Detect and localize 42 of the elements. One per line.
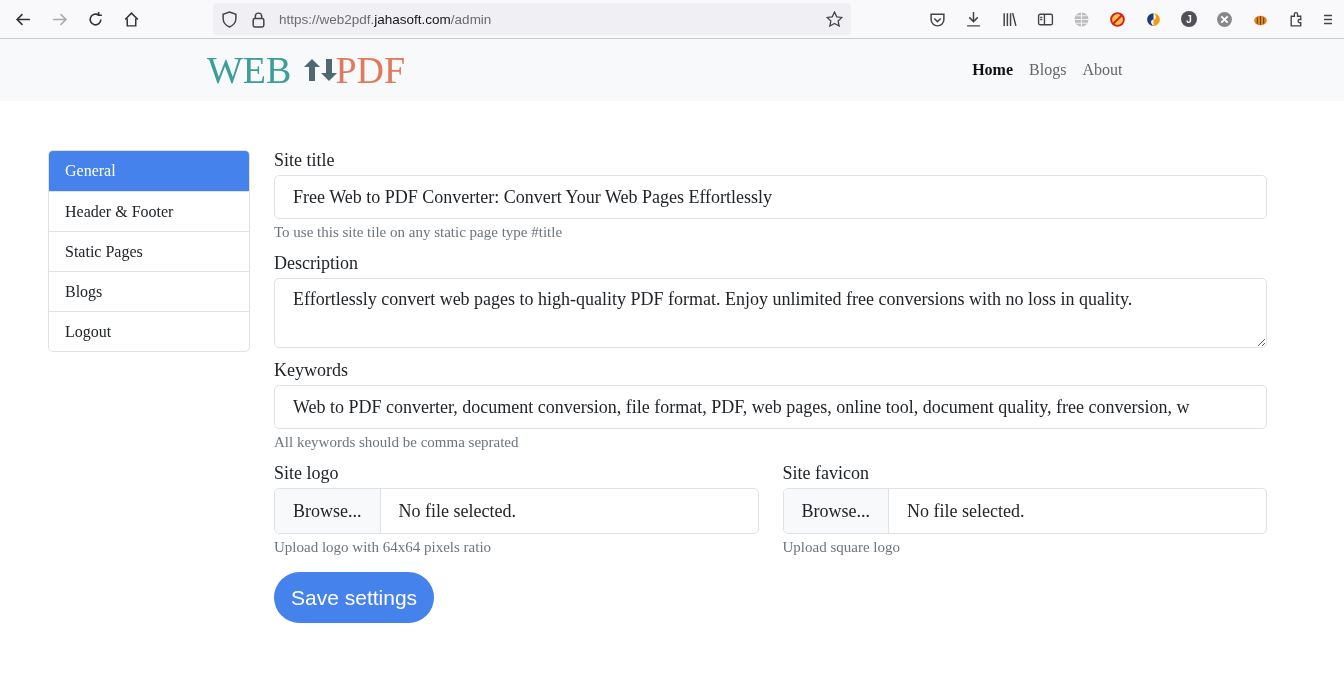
nav-link[interactable]: Home bbox=[972, 61, 1014, 79]
file-field[interactable]: Browse... No file selected. bbox=[274, 488, 759, 534]
field-label: Site favicon bbox=[782, 463, 870, 484]
nav-link[interactable]: About bbox=[1082, 61, 1123, 79]
help-text: Upload logo with 64x64 pixels ratio bbox=[274, 539, 493, 556]
address-bar[interactable]: https://web2pdf.jahasoft.com/admin bbox=[213, 3, 851, 35]
description-field[interactable]: Effortlessly convert web pages to high-quality PDF format. Enjoy unlimited free conversions with no loss in quality. bbox=[274, 278, 1267, 348]
help-text: All keywords should be comma seprated bbox=[274, 434, 520, 451]
shield-icon[interactable] bbox=[221, 10, 238, 28]
text-field[interactable]: Web to PDF converter, document conversion, file format, PDF, web pages, online tool, document quality, free conversion, w bbox=[274, 385, 1267, 429]
help-text: To use this site tile on any static page type #title bbox=[274, 224, 564, 241]
field-label: Keywords bbox=[274, 360, 349, 381]
help-text: Upload square logo bbox=[782, 539, 901, 556]
nav-link[interactable]: Blogs bbox=[1029, 61, 1067, 79]
library-icon[interactable] bbox=[1001, 10, 1018, 28]
star-icon[interactable] bbox=[826, 10, 843, 28]
blocked-icon[interactable] bbox=[1109, 10, 1126, 28]
file-field[interactable]: Browse... No file selected. bbox=[782, 488, 1267, 534]
text-field[interactable]: Free Web to PDF Converter: Convert Your Web Pages Effortlessly bbox=[274, 175, 1267, 219]
menu-item[interactable]: Blogs bbox=[49, 271, 249, 311]
field-label: Site title bbox=[274, 150, 336, 171]
file-status: No file selected. bbox=[397, 499, 517, 523]
swirl-icon[interactable] bbox=[1145, 10, 1162, 28]
menu-item[interactable]: Static Pages bbox=[49, 231, 249, 271]
menu-item[interactable]: Logout bbox=[49, 311, 249, 351]
menu-item[interactable]: General bbox=[49, 151, 249, 191]
browse-button[interactable]: Browse... bbox=[783, 489, 889, 533]
home-icon[interactable] bbox=[123, 10, 140, 28]
pocket-icon[interactable] bbox=[929, 10, 946, 28]
file-status: No file selected. bbox=[906, 499, 1026, 523]
lock-icon[interactable] bbox=[250, 10, 267, 28]
field-label: Description bbox=[274, 253, 359, 274]
save-button[interactable]: Save settings bbox=[274, 572, 435, 623]
url-text: https://web2pdf.jahasoft.com/admin bbox=[279, 11, 493, 27]
menu-item[interactable]: Header & Footer bbox=[49, 191, 249, 231]
sidebar-icon[interactable] bbox=[1037, 10, 1054, 28]
field-label: Site logo bbox=[274, 463, 340, 484]
download-icon[interactable] bbox=[965, 10, 982, 28]
reload-icon[interactable] bbox=[87, 10, 104, 28]
close-icon[interactable] bbox=[1216, 10, 1233, 28]
avatar-icon[interactable]: J bbox=[1181, 11, 1197, 27]
browse-button[interactable]: Browse... bbox=[275, 489, 381, 533]
